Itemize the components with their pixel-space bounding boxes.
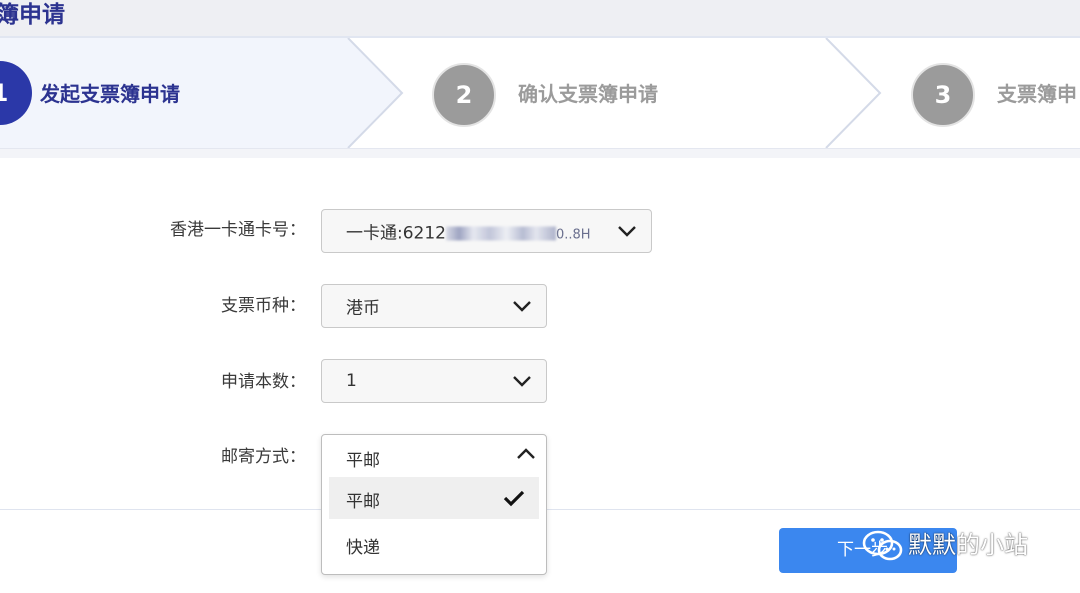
card-number-select[interactable]: 一卡通:6212 0..8H	[321, 209, 652, 253]
currency-value: 港币	[346, 298, 380, 319]
delivery-select-head[interactable]: 平邮	[322, 435, 546, 477]
watermark: 默默的小站	[862, 527, 1028, 563]
card-number-label: 香港一卡通卡号：	[170, 220, 306, 240]
step-2-circle: 2	[432, 63, 496, 127]
step-1-label: 发起支票簿申请	[40, 82, 180, 106]
section-divider	[0, 148, 1080, 158]
step-3-circle: 3	[911, 63, 975, 127]
delivery-value: 平邮	[346, 451, 380, 471]
chevron-down-icon	[618, 226, 636, 237]
step-2-arrow	[825, 38, 882, 148]
watermark-text: 默默的小站	[908, 531, 1028, 559]
currency-select[interactable]: 港币	[321, 284, 547, 328]
card-number-suffix: 0..8H	[556, 227, 591, 243]
delivery-label: 邮寄方式：	[221, 447, 306, 467]
currency-label: 支票币种：	[221, 296, 306, 316]
wechat-icon	[862, 530, 903, 561]
page-header: 簿申请	[0, 0, 1080, 36]
masked-digits	[446, 226, 556, 241]
delivery-select[interactable]: 平邮 平邮 快递	[321, 434, 547, 575]
card-number-value: 一卡通:6212 0..8H	[346, 219, 591, 244]
count-label: 申请本数：	[221, 372, 306, 392]
delivery-option-label: 平邮	[346, 492, 380, 512]
step-2-label: 确认支票簿申请	[518, 82, 658, 106]
page: 簿申请 1 发起支票簿申请 2 确认支票簿申请 3 支票簿申 香港一卡通卡号： …	[0, 0, 1080, 593]
step-progress: 1 发起支票簿申请 2 确认支票簿申请 3 支票簿申	[0, 36, 1080, 148]
delivery-option-label: 快递	[346, 538, 380, 558]
chevron-down-icon	[513, 376, 531, 387]
count-value: 1	[346, 371, 357, 391]
count-select[interactable]: 1	[321, 359, 547, 403]
chevron-up-icon	[517, 448, 535, 459]
check-icon	[503, 490, 525, 507]
step-3-label: 支票簿申	[997, 82, 1077, 106]
chevron-down-icon	[513, 301, 531, 312]
delivery-option-regular[interactable]: 平邮	[329, 477, 539, 519]
delivery-option-express[interactable]: 快递	[329, 523, 539, 565]
page-title: 簿申请	[0, 2, 65, 28]
card-number-prefix: 一卡通:6212	[346, 223, 446, 244]
